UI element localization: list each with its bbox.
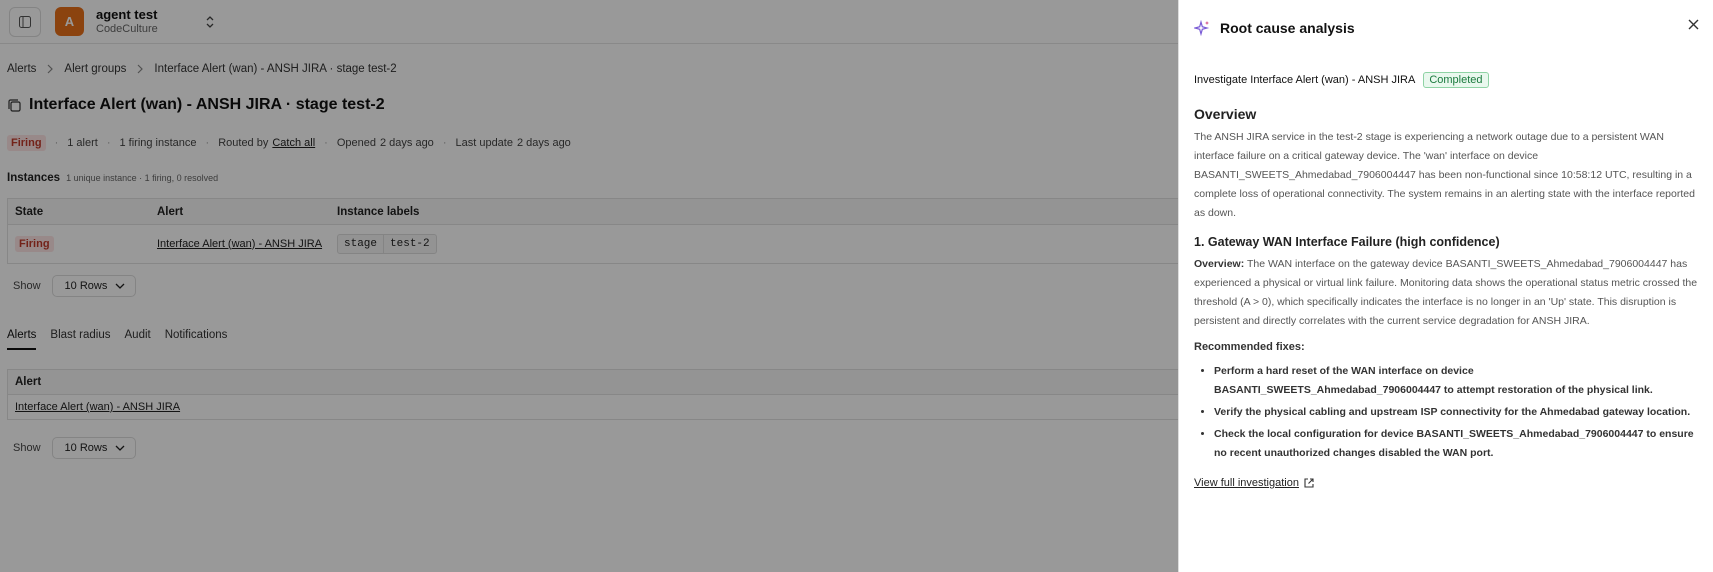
cause-text: The WAN interface on the gateway device … bbox=[1194, 258, 1698, 327]
list-item: Perform a hard reset of the WAN interfac… bbox=[1214, 362, 1699, 400]
routed-by-link[interactable]: Catch all bbox=[272, 137, 315, 149]
label-chip: stage test-2 bbox=[337, 234, 437, 254]
instances-title: Instances bbox=[7, 172, 61, 184]
rows-value: 10 Rows bbox=[64, 280, 108, 292]
status-badge: Firing bbox=[7, 135, 46, 151]
org-subtitle: CodeCulture bbox=[96, 22, 158, 35]
alert-group-icon bbox=[8, 98, 21, 112]
alerts-pagination: Show 10 Rows bbox=[13, 437, 137, 459]
org-name: agent test bbox=[96, 6, 158, 22]
panel-header: Root cause analysis bbox=[1179, 0, 1713, 56]
cause-label: Overview: bbox=[1194, 258, 1245, 270]
show-label: Show bbox=[13, 280, 41, 292]
close-button[interactable] bbox=[1688, 19, 1699, 33]
rows-value: 10 Rows bbox=[64, 442, 108, 454]
list-item: Verify the physical cabling and upstream… bbox=[1214, 403, 1699, 422]
last-update-value: 2 days ago bbox=[516, 137, 571, 149]
panel-body: Investigate Interface Alert (wan) - ANSH… bbox=[1194, 72, 1699, 489]
panel-title: Root cause analysis bbox=[1220, 20, 1355, 36]
separator-dot: · bbox=[324, 137, 328, 149]
instances-table: State Alert Instance labels Firing Inter… bbox=[7, 198, 1178, 264]
overview-heading: Overview bbox=[1194, 106, 1257, 122]
alert-link[interactable]: Interface Alert (wan) - ANSH JIRA bbox=[8, 401, 180, 413]
close-icon bbox=[1688, 19, 1699, 30]
alerts-table: Alert Interface Alert (wan) - ANSH JIRA bbox=[7, 369, 1178, 420]
fixes-list: Perform a hard reset of the WAN interfac… bbox=[1194, 362, 1699, 463]
instances-header: Instances 1 unique instance · 1 firing, … bbox=[7, 172, 218, 184]
breadcrumb: Alerts Alert groups Interface Alert (wan… bbox=[7, 63, 397, 75]
chevron-down-icon bbox=[115, 445, 125, 451]
view-link-label: View full investigation bbox=[1194, 477, 1299, 489]
state-cell: Firing bbox=[8, 236, 150, 252]
chevron-down-icon bbox=[115, 283, 125, 289]
label-value: test-2 bbox=[383, 235, 436, 253]
tab-audit[interactable]: Audit bbox=[125, 329, 151, 350]
instances-pagination: Show 10 Rows bbox=[13, 275, 137, 297]
breadcrumb-alerts[interactable]: Alerts bbox=[7, 63, 36, 75]
external-link-icon bbox=[1304, 478, 1314, 488]
separator-dot: · bbox=[442, 137, 447, 149]
column-header-labels[interactable]: Instance labels bbox=[330, 206, 1178, 218]
instances-summary: 1 unique instance · 1 firing, 0 resolved bbox=[66, 173, 219, 183]
rows-per-page-select[interactable]: 10 Rows bbox=[51, 437, 137, 459]
column-header-alert[interactable]: Alert bbox=[150, 206, 330, 218]
separator-dot: · bbox=[54, 137, 59, 149]
breadcrumb-alert-groups[interactable]: Alert groups bbox=[64, 63, 126, 75]
labels-cell: stage test-2 bbox=[330, 234, 1178, 254]
investigation-row: Investigate Interface Alert (wan) - ANSH… bbox=[1194, 72, 1699, 88]
separator-dot: · bbox=[205, 137, 210, 149]
sidebar-icon bbox=[19, 15, 31, 28]
status-badge: Firing bbox=[15, 236, 54, 252]
table-row[interactable]: Interface Alert (wan) - ANSH JIRA bbox=[8, 395, 1178, 419]
tab-alerts[interactable]: Alerts bbox=[7, 329, 37, 350]
tabs: Alerts Blast radius Audit Notifications bbox=[7, 329, 241, 350]
alert-count: 1 alert bbox=[67, 137, 98, 149]
org-switcher[interactable]: agent test CodeCulture bbox=[96, 7, 158, 37]
rows-per-page-select[interactable]: 10 Rows bbox=[51, 275, 137, 297]
tab-blast-radius[interactable]: Blast radius bbox=[50, 329, 110, 350]
alert-link[interactable]: Interface Alert (wan) - ANSH JIRA bbox=[150, 237, 330, 252]
opened-label: Opened bbox=[336, 137, 376, 149]
view-full-investigation-link[interactable]: View full investigation bbox=[1194, 477, 1699, 489]
top-bar: A agent test CodeCulture bbox=[0, 0, 1178, 44]
status-badge: Completed bbox=[1423, 72, 1489, 88]
org-avatar[interactable]: A bbox=[55, 7, 84, 36]
show-label: Show bbox=[13, 442, 41, 454]
instances-table-header: State Alert Instance labels bbox=[8, 199, 1178, 225]
chevron-right-icon bbox=[136, 64, 144, 74]
tab-notifications[interactable]: Notifications bbox=[165, 329, 228, 350]
fixes-heading: Recommended fixes: bbox=[1194, 341, 1305, 353]
label-key: stage bbox=[344, 238, 378, 250]
cause-description: Overview: The WAN interface on the gatew… bbox=[1194, 255, 1699, 331]
sparkle-icon bbox=[1194, 20, 1210, 36]
cause-heading: 1. Gateway WAN Interface Failure (high c… bbox=[1194, 235, 1500, 249]
breadcrumb-current: Interface Alert (wan) - ANSH JIRA · stag… bbox=[154, 63, 397, 75]
overview-text: The ANSH JIRA service in the test-2 stag… bbox=[1194, 131, 1695, 219]
org-switch-chevrons[interactable] bbox=[205, 15, 215, 29]
page-title: Interface Alert (wan) - ANSH JIRA · stag… bbox=[29, 96, 385, 113]
last-update-label: Last update bbox=[455, 137, 513, 149]
opened-value: 2 days ago bbox=[379, 137, 434, 149]
chevron-right-icon bbox=[46, 64, 54, 74]
alerts-table-header: Alert bbox=[8, 370, 1178, 395]
routed-by-label: Routed by bbox=[218, 137, 269, 149]
table-row[interactable]: Firing Interface Alert (wan) - ANSH JIRA… bbox=[8, 225, 1178, 263]
column-header-state[interactable]: State bbox=[8, 206, 150, 218]
firing-instance-count: 1 firing instance bbox=[119, 137, 197, 149]
list-item: Check the local configuration for device… bbox=[1214, 425, 1699, 463]
alert-meta: Firing · 1 alert · 1 firing instance · R… bbox=[7, 135, 571, 151]
root-cause-panel: Root cause analysis Investigate Interfac… bbox=[1178, 0, 1713, 572]
chevron-up-down-icon bbox=[206, 15, 214, 28]
investigation-title: Investigate Interface Alert (wan) - ANSH… bbox=[1194, 74, 1416, 86]
main-content: A agent test CodeCulture Alerts Alert gr… bbox=[0, 0, 1178, 572]
column-header-alert[interactable]: Alert bbox=[8, 376, 41, 388]
separator-dot: · bbox=[106, 137, 111, 149]
page-header: Interface Alert (wan) - ANSH JIRA · stag… bbox=[8, 96, 385, 114]
sidebar-toggle-button[interactable] bbox=[9, 6, 41, 37]
